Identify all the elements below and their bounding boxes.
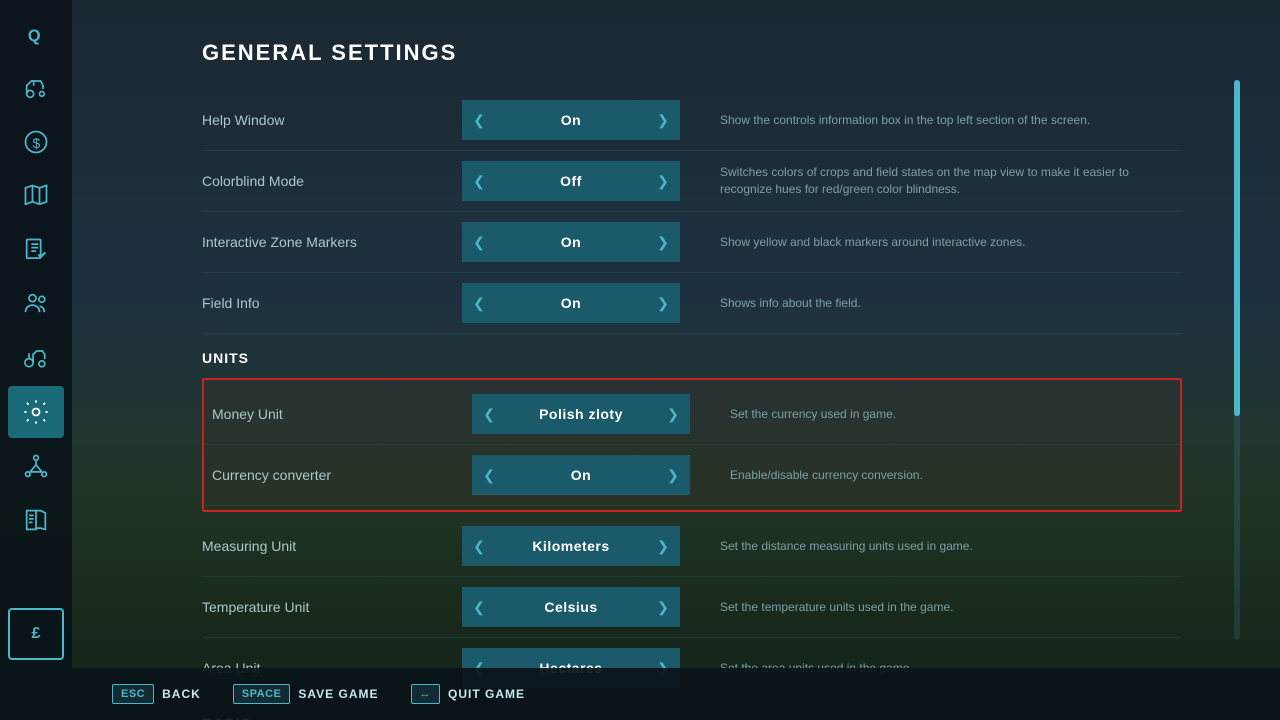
setting-desc-temperature-unit: Set the temperature units used in the ga… (720, 599, 1182, 616)
arrow-left-colorblind[interactable]: ❮ (462, 161, 496, 201)
arrow-left-measuring-unit[interactable]: ❮ (462, 526, 496, 566)
arrow-left-money-unit[interactable]: ❮ (472, 394, 506, 434)
setting-row-field-info: Field Info ❮ On ❯ Shows info about the f… (202, 273, 1182, 334)
setting-label-field-info: Field Info (202, 295, 462, 311)
svg-text:$: $ (33, 135, 41, 151)
setting-row-zone-markers: Interactive Zone Markers ❮ On ❯ Show yel… (202, 212, 1182, 273)
setting-row-colorblind: Colorblind Mode ❮ Off ❯ Switches colors … (202, 151, 1182, 212)
setting-desc-money-unit: Set the currency used in game. (730, 406, 1172, 423)
setting-label-money-unit: Money Unit (212, 406, 472, 422)
setting-label-colorblind: Colorblind Mode (202, 173, 462, 189)
ctrl-value-measuring-unit: Kilometers (496, 526, 646, 566)
main-content: GENERAL SETTINGS Help Window ❮ On ❯ Show… (72, 0, 1280, 720)
ctrl-value-zone-markers: On (496, 222, 646, 262)
setting-control-field-info: ❮ On ❯ (462, 283, 680, 323)
setting-row-money-unit: Money Unit ❮ Polish zloty ❯ Set the curr… (204, 384, 1180, 445)
settings-container: GENERAL SETTINGS Help Window ❮ On ❯ Show… (202, 40, 1182, 720)
quit-game-button[interactable]: ↔ QUIT GAME (411, 684, 526, 704)
ctrl-value-field-info: On (496, 283, 646, 323)
setting-row-measuring-unit: Measuring Unit ❮ Kilometers ❯ Set the di… (202, 516, 1182, 577)
setting-label-zone-markers: Interactive Zone Markers (202, 234, 462, 250)
ctrl-value-temperature-unit: Celsius (496, 587, 646, 627)
setting-label-temperature-unit: Temperature Unit (202, 599, 462, 615)
setting-row-currency-converter: Currency converter ❮ On ❯ Enable/disable… (204, 445, 1180, 506)
setting-desc-currency-converter: Enable/disable currency conversion. (730, 467, 1172, 484)
arrow-right-field-info[interactable]: ❯ (646, 283, 680, 323)
setting-label-help-window: Help Window (202, 112, 462, 128)
ctrl-value-colorblind: Off (496, 161, 646, 201)
arrow-right-currency-converter[interactable]: ❯ (656, 455, 690, 495)
quit-label: QUIT GAME (448, 687, 525, 701)
setting-desc-zone-markers: Show yellow and black markers around int… (720, 234, 1182, 251)
setting-control-measuring-unit: ❮ Kilometers ❯ (462, 526, 680, 566)
arrow-left-temperature-unit[interactable]: ❮ (462, 587, 496, 627)
setting-desc-colorblind: Switches colors of crops and field state… (720, 164, 1182, 198)
arrow-right-colorblind[interactable]: ❯ (646, 161, 680, 201)
setting-desc-field-info: Shows info about the field. (720, 295, 1182, 312)
setting-desc-measuring-unit: Set the distance measuring units used in… (720, 538, 1182, 555)
bottom-bar: ESC BACK SPACE SAVE GAME ↔ QUIT GAME (72, 668, 1280, 720)
arrow-right-measuring-unit[interactable]: ❯ (646, 526, 680, 566)
ctrl-value-money-unit: Polish zloty (506, 394, 656, 434)
quit-key: ↔ (411, 684, 441, 704)
setting-control-zone-markers: ❮ On ❯ (462, 222, 680, 262)
arrow-left-field-info[interactable]: ❮ (462, 283, 496, 323)
sidebar-item-map[interactable] (8, 170, 64, 222)
sidebar-item-vehicle[interactable] (8, 62, 64, 114)
section-header-units: UNITS (202, 334, 1182, 374)
setting-control-money-unit: ❮ Polish zloty ❯ (472, 394, 690, 434)
ctrl-value-currency-converter: On (506, 455, 656, 495)
sidebar-item-economy[interactable]: $ (8, 116, 64, 168)
setting-control-help-window: ❮ On ❯ (462, 100, 680, 140)
arrow-left-help-window[interactable]: ❮ (462, 100, 496, 140)
setting-row-temperature-unit: Temperature Unit ❮ Celsius ❯ Set the tem… (202, 577, 1182, 638)
main-settings-group: Help Window ❮ On ❯ Show the controls inf… (202, 90, 1182, 334)
arrow-right-temperature-unit[interactable]: ❯ (646, 587, 680, 627)
save-key: SPACE (233, 684, 291, 704)
save-game-button[interactable]: SPACE SAVE GAME (233, 684, 379, 704)
arrow-left-currency-converter[interactable]: ❮ (472, 455, 506, 495)
sidebar: Q $ (0, 0, 72, 720)
arrow-right-help-window[interactable]: ❯ (646, 100, 680, 140)
setting-desc-help-window: Show the controls information box in the… (720, 112, 1182, 129)
sidebar-item-currency[interactable]: £ (8, 608, 64, 660)
ctrl-value-help-window: On (496, 100, 646, 140)
page-title: GENERAL SETTINGS (202, 40, 1182, 66)
back-label: BACK (162, 687, 201, 701)
setting-control-colorblind: ❮ Off ❯ (462, 161, 680, 201)
sidebar-item-help[interactable] (8, 494, 64, 546)
sidebar-item-network[interactable] (8, 440, 64, 492)
sidebar-item-contracts[interactable] (8, 224, 64, 276)
sidebar-item-settings[interactable] (8, 386, 64, 438)
back-key: ESC (112, 684, 154, 704)
arrow-left-zone-markers[interactable]: ❮ (462, 222, 496, 262)
setting-control-temperature-unit: ❮ Celsius ❯ (462, 587, 680, 627)
setting-row-help-window: Help Window ❮ On ❯ Show the controls inf… (202, 90, 1182, 151)
back-button[interactable]: ESC BACK (112, 684, 201, 704)
setting-label-measuring-unit: Measuring Unit (202, 538, 462, 554)
setting-control-currency-converter: ❮ On ❯ (472, 455, 690, 495)
sidebar-item-q[interactable]: Q (8, 8, 64, 60)
svg-text:Q: Q (28, 27, 41, 45)
arrow-right-money-unit[interactable]: ❯ (656, 394, 690, 434)
sidebar-item-workers[interactable] (8, 278, 64, 330)
sidebar-item-vehicle2[interactable] (8, 332, 64, 384)
setting-label-currency-converter: Currency converter (212, 467, 472, 483)
arrow-right-zone-markers[interactable]: ❯ (646, 222, 680, 262)
highlight-group-currency: Money Unit ❮ Polish zloty ❯ Set the curr… (202, 378, 1182, 512)
save-label: SAVE GAME (298, 687, 378, 701)
